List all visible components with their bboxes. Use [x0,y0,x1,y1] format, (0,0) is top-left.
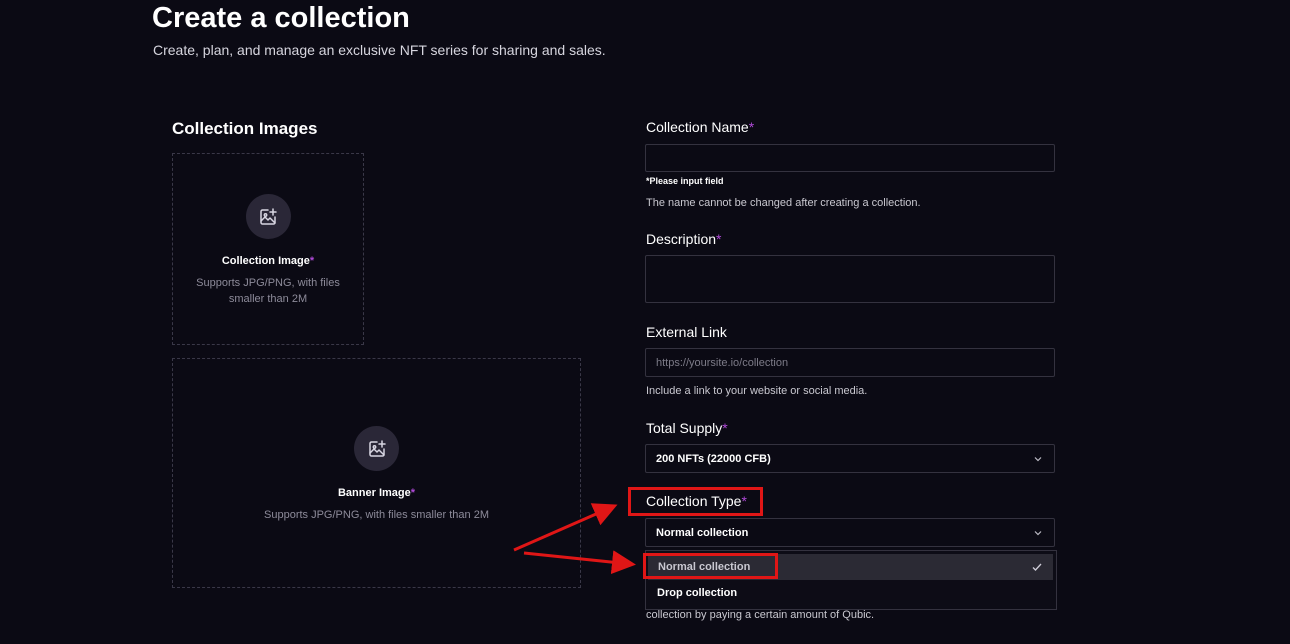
annotation-arrows [513,503,636,575]
arrow-to-collection-type [513,503,618,552]
arrow-to-normal-option [523,550,636,575]
